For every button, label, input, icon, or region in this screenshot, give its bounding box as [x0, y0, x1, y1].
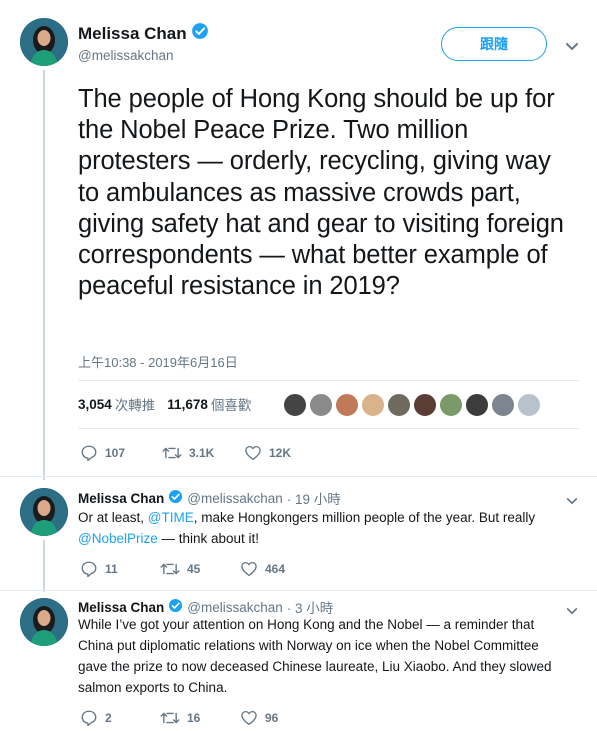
- retweet-icon: [162, 447, 182, 459]
- avatar[interactable]: [20, 598, 68, 646]
- avatar[interactable]: [20, 18, 68, 66]
- liker-avatar[interactable]: [465, 393, 489, 417]
- tweet-actions: 107 3.1K 12K: [80, 444, 326, 462]
- author-name[interactable]: Melissa Chan: [78, 491, 164, 506]
- author-handle[interactable]: @melissakchan: [78, 48, 174, 63]
- tweet-actions: 11 45 464: [80, 560, 320, 578]
- reply-button[interactable]: 2: [80, 709, 160, 727]
- like-button[interactable]: 464: [240, 560, 320, 578]
- mention-link[interactable]: @NobelPrize: [78, 531, 158, 546]
- retweet-total-label[interactable]: 次轉推: [115, 394, 156, 414]
- heart-icon: [241, 561, 257, 577]
- retweet-icon: [160, 712, 180, 724]
- like-count: 12K: [269, 446, 292, 460]
- retweet-button[interactable]: 3.1K: [162, 444, 244, 462]
- tweet-time[interactable]: · 19 小時: [287, 488, 341, 508]
- reply-count: 107: [105, 446, 126, 460]
- reply-text: While I’ve got your attention on Hong Ko…: [78, 617, 552, 695]
- liker-avatar[interactable]: [413, 393, 437, 417]
- tweet-actions: 2 16 96: [80, 709, 320, 727]
- reply-header: Melissa Chan @melissakchan · 19 小時: [78, 488, 341, 508]
- reply-icon: [81, 710, 97, 727]
- liker-avatar[interactable]: [335, 393, 359, 417]
- verified-badge-icon: [168, 489, 183, 507]
- retweet-icon: [160, 563, 180, 575]
- tweet-text: The people of Hong Kong should be up for…: [78, 85, 564, 301]
- liker-avatar[interactable]: [309, 393, 333, 417]
- heart-icon: [241, 710, 257, 726]
- retweet-button[interactable]: 45: [160, 560, 240, 578]
- reply-text: Or at least, @TIME, make Hongkongers mil…: [78, 507, 578, 549]
- author-handle-row: @melissakchan: [78, 48, 174, 63]
- reply-button[interactable]: 11: [80, 560, 160, 578]
- liker-avatar[interactable]: [387, 393, 411, 417]
- divider: [78, 428, 580, 429]
- author-name[interactable]: Melissa Chan: [78, 600, 164, 615]
- like-total[interactable]: 11,678: [167, 397, 208, 412]
- retweet-count: 45: [187, 562, 201, 576]
- tweet-timestamp[interactable]: 上午10:38 - 2019年6月16日: [78, 352, 238, 371]
- author-handle[interactable]: @melissakchan: [187, 600, 283, 615]
- follow-button[interactable]: 跟隨: [441, 27, 547, 61]
- reply-text-part: Or at least,: [78, 510, 148, 525]
- divider: [0, 590, 597, 591]
- liker-avatar[interactable]: [517, 393, 541, 417]
- like-button[interactable]: 96: [240, 709, 320, 727]
- author-name[interactable]: Melissa Chan: [78, 24, 187, 44]
- reply-text-part: , make Hongkongers million people of the…: [193, 510, 536, 525]
- like-button[interactable]: 12K: [244, 444, 326, 462]
- liker-avatar[interactable]: [283, 393, 307, 417]
- author-name-row: Melissa Chan: [78, 22, 209, 45]
- retweet-count: 3.1K: [189, 446, 215, 460]
- liker-avatar[interactable]: [491, 393, 515, 417]
- tweet-stats: 3,054 次轉推 11,678 個喜歡: [78, 394, 251, 414]
- divider: [0, 476, 597, 477]
- reply-button[interactable]: 107: [80, 444, 162, 462]
- divider: [78, 380, 580, 381]
- reply-text-part: — think about it!: [157, 531, 260, 546]
- retweet-total[interactable]: 3,054: [78, 397, 112, 412]
- like-count: 96: [265, 711, 279, 725]
- retweet-button[interactable]: 16: [160, 709, 240, 727]
- thread-line: [43, 540, 45, 592]
- retweet-count: 16: [187, 711, 201, 725]
- thread-line: [43, 70, 45, 480]
- reply-icon: [81, 445, 97, 462]
- reply-count: 11: [105, 562, 118, 576]
- avatar[interactable]: [20, 488, 68, 536]
- liker-avatar[interactable]: [361, 393, 385, 417]
- reply-icon: [81, 561, 97, 578]
- chevron-down-icon[interactable]: [565, 39, 579, 57]
- liker-avatar[interactable]: [439, 393, 463, 417]
- reply-count: 2: [105, 711, 112, 725]
- liker-avatars: [283, 393, 543, 417]
- author-handle[interactable]: @melissakchan: [187, 491, 283, 506]
- heart-icon: [245, 445, 261, 461]
- like-count: 464: [265, 562, 286, 576]
- like-total-label[interactable]: 個喜歡: [211, 394, 252, 414]
- verified-badge-icon: [191, 22, 209, 45]
- mention-link[interactable]: @TIME: [148, 510, 194, 525]
